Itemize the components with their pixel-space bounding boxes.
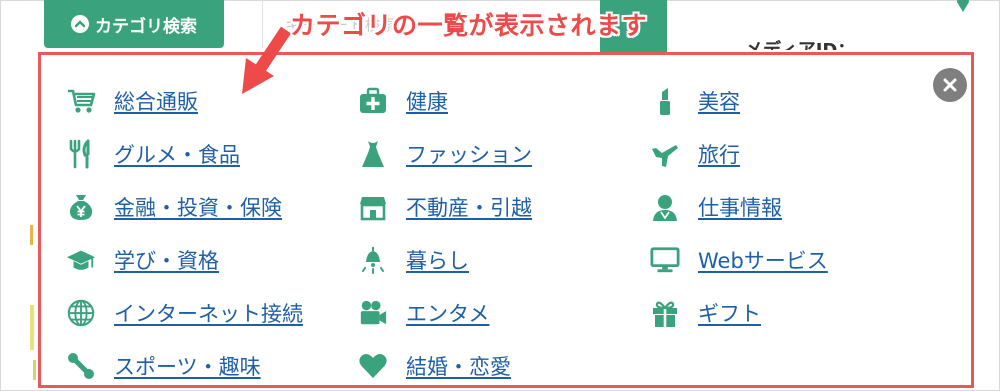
category-link[interactable]: エンタメ bbox=[406, 298, 489, 328]
category-link[interactable]: スポーツ・趣味 bbox=[114, 351, 261, 381]
category-item[interactable]: 金融・投資・保険 bbox=[66, 190, 282, 224]
chevron-up-icon bbox=[71, 15, 89, 33]
category-link[interactable]: 不動産・引越 bbox=[406, 192, 532, 222]
category-item[interactable]: インターネット接続 bbox=[66, 296, 303, 330]
category-search-button[interactable]: カテゴリ検索 bbox=[44, 0, 224, 48]
lipstick-icon bbox=[650, 86, 680, 116]
category-item[interactable]: 美容 bbox=[650, 84, 740, 118]
category-item[interactable]: 旅行 bbox=[650, 137, 740, 171]
shopping-cart-icon bbox=[66, 86, 96, 116]
category-item[interactable]: エンタメ bbox=[358, 296, 489, 330]
category-item[interactable]: 総合通販 bbox=[66, 84, 198, 118]
category-item[interactable]: 健康 bbox=[358, 84, 448, 118]
first-aid-kit-icon bbox=[358, 86, 388, 116]
category-link[interactable]: 総合通販 bbox=[114, 86, 198, 116]
category-item[interactable]: 不動産・引越 bbox=[358, 190, 532, 224]
heart-icon bbox=[358, 351, 388, 381]
globe-icon bbox=[66, 298, 96, 328]
category-link[interactable]: グルメ・食品 bbox=[114, 139, 240, 169]
category-item[interactable]: ファッション bbox=[358, 137, 532, 171]
category-item[interactable]: スポーツ・趣味 bbox=[66, 349, 261, 383]
category-item[interactable]: Webサービス bbox=[650, 243, 828, 277]
money-bag-icon bbox=[66, 192, 96, 222]
gift-icon bbox=[650, 298, 680, 328]
map-pin-icon bbox=[957, 0, 969, 12]
dumbbell-icon bbox=[66, 351, 96, 381]
video-camera-icon bbox=[358, 298, 388, 328]
category-link[interactable]: ファッション bbox=[406, 139, 532, 169]
category-item[interactable]: ギフト bbox=[650, 296, 761, 330]
dress-icon bbox=[358, 139, 388, 169]
media-id-label: メディアID： bbox=[745, 36, 855, 50]
fork-knife-icon bbox=[66, 139, 96, 169]
category-search-label: カテゴリ検索 bbox=[95, 16, 197, 37]
graduation-cap-icon bbox=[66, 245, 96, 275]
person-icon bbox=[650, 192, 680, 222]
category-link[interactable]: 学び・資格 bbox=[114, 245, 219, 275]
annotation-label: カテゴリの一覧が表示されます bbox=[290, 11, 648, 40]
category-link[interactable]: 仕事情報 bbox=[698, 192, 782, 222]
category-link[interactable]: 健康 bbox=[406, 86, 448, 116]
category-link[interactable]: 結婚・恋愛 bbox=[406, 351, 511, 381]
category-link[interactable]: インターネット接続 bbox=[114, 298, 303, 328]
category-link[interactable]: ギフト bbox=[698, 298, 761, 328]
close-icon bbox=[943, 78, 957, 92]
background-page-edge bbox=[30, 90, 42, 380]
monitor-icon bbox=[650, 245, 680, 275]
airplane-icon bbox=[650, 139, 680, 169]
storefront-icon bbox=[358, 192, 388, 222]
category-item[interactable]: 仕事情報 bbox=[650, 190, 782, 224]
category-item[interactable]: グルメ・食品 bbox=[66, 137, 240, 171]
category-link[interactable]: 暮らし bbox=[406, 245, 469, 275]
lamp-icon bbox=[358, 245, 388, 275]
close-button[interactable] bbox=[933, 68, 967, 102]
category-item[interactable]: 暮らし bbox=[358, 243, 469, 277]
category-item[interactable]: 結婚・恋愛 bbox=[358, 349, 511, 383]
category-link[interactable]: 金融・投資・保険 bbox=[114, 192, 282, 222]
category-item[interactable]: 学び・資格 bbox=[66, 243, 219, 277]
category-link[interactable]: Webサービス bbox=[698, 245, 828, 275]
category-link[interactable]: 旅行 bbox=[698, 139, 740, 169]
annotation-arrow-icon bbox=[242, 26, 291, 94]
category-link[interactable]: 美容 bbox=[698, 86, 740, 116]
